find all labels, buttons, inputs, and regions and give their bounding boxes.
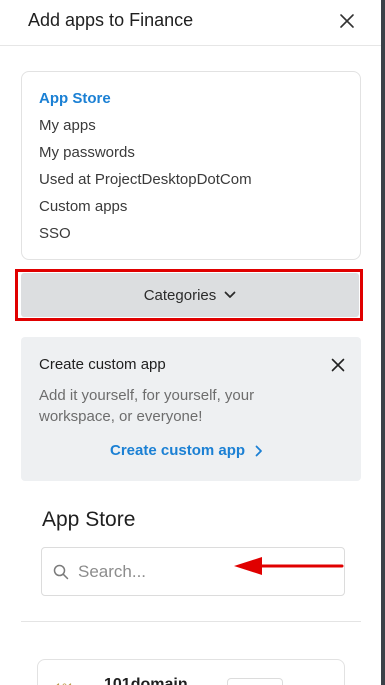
app-card[interactable]: 101 101domain [37,659,345,685]
nav-item-app-store[interactable]: App Store [39,90,111,107]
app-name: 101domain [104,676,188,685]
nav-item-used-at[interactable]: Used at ProjectDesktopDotCom [39,171,252,188]
create-custom-app-link[interactable]: Create custom app [110,442,263,459]
section-divider [21,621,361,622]
app-nav-menu: App Store My apps My passwords Used at P… [21,71,361,260]
categories-label: Categories [143,286,217,304]
link-label: Create custom app [110,442,246,459]
app-store-heading: App Store [42,508,136,531]
search-icon [53,564,69,580]
add-app-button[interactable] [227,678,283,685]
add-apps-panel: Add apps to Finance App Store My apps My… [0,0,381,685]
chevron-down-icon [224,291,236,298]
nav-item-sso[interactable]: SSO [39,225,71,242]
panel-title: Add apps to Finance [28,10,194,30]
banner-description: Add it yourself, for yourself, your work… [39,387,255,425]
close-icon[interactable] [331,358,345,372]
banner-title: Create custom app [39,356,166,373]
nav-item-my-passwords[interactable]: My passwords [39,144,135,161]
close-icon[interactable] [339,13,355,29]
nav-item-my-apps[interactable]: My apps [39,117,96,134]
annotation-arrow-icon [234,557,344,575]
scrollbar-edge [381,0,385,685]
chevron-right-icon [255,445,262,456]
panel-header: Add apps to Finance [0,0,381,46]
create-custom-app-banner: Create custom app Add it yourself, for y… [21,337,361,481]
categories-dropdown-button[interactable]: Categories [21,273,359,317]
nav-item-custom-apps[interactable]: Custom apps [39,198,127,215]
